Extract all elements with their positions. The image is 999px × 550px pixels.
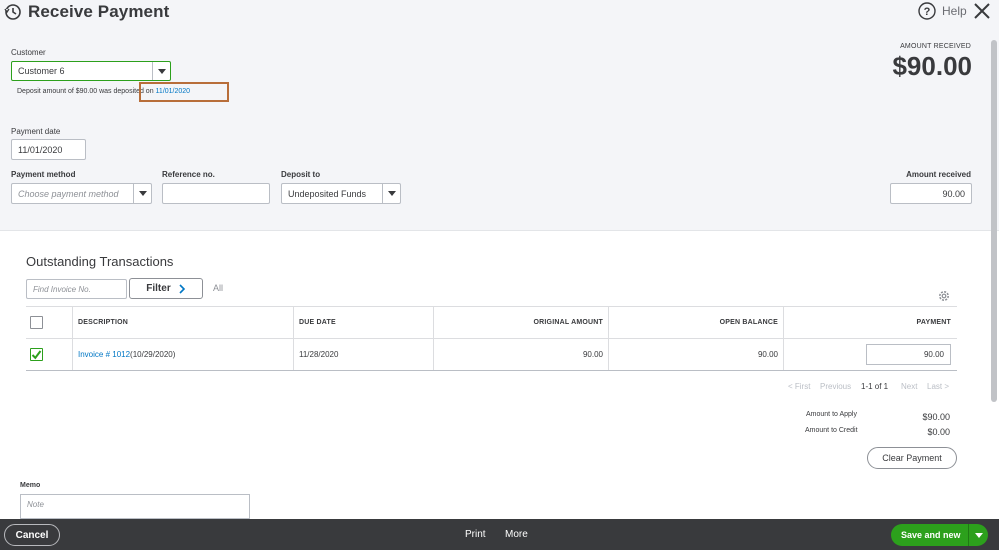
checkmark-icon — [31, 350, 42, 360]
memo-placeholder: Note — [27, 500, 44, 509]
amount-to-credit-value: $0.00 — [927, 427, 950, 437]
amount-received-input[interactable]: 90.00 — [890, 183, 972, 204]
cancel-button[interactable]: Cancel — [4, 524, 60, 546]
save-and-new-button[interactable]: Save and new — [891, 524, 988, 546]
filter-button[interactable]: Filter — [129, 278, 203, 299]
customer-select[interactable]: Customer 6 — [11, 61, 171, 81]
find-invoice-input[interactable]: Find Invoice No. — [26, 279, 127, 299]
form-body-panel — [0, 231, 999, 519]
row-payment-value: 90.00 — [923, 350, 944, 359]
save-and-new-label: Save and new — [901, 530, 961, 540]
filter-label: Filter — [146, 283, 171, 294]
row-checkbox[interactable] — [30, 348, 43, 361]
payment-method-placeholder: Choose payment method — [18, 188, 119, 199]
svg-text:?: ? — [924, 6, 931, 18]
history-icon[interactable] — [4, 3, 22, 21]
amount-to-apply-value: $90.00 — [922, 412, 950, 422]
save-options-dropdown[interactable] — [968, 524, 988, 546]
deposit-note-text: Deposit amount of $90.00 was deposited o… — [17, 88, 156, 95]
amount-received-field-label: Amount received — [906, 170, 971, 179]
invoice-date: (10/29/2020) — [130, 350, 176, 359]
pager-first[interactable]: < First — [788, 382, 810, 391]
all-filter-link[interactable]: All — [213, 283, 223, 293]
page-title: Receive Payment — [28, 2, 170, 21]
amount-to-credit-label: Amount to Credit — [805, 427, 858, 434]
amount-received-input-value: 90.00 — [942, 188, 965, 199]
reference-no-label: Reference no. — [162, 170, 215, 179]
select-all-checkbox[interactable] — [30, 316, 43, 329]
outstanding-transactions-title: Outstanding Transactions — [26, 254, 174, 269]
help-label: Help — [942, 4, 967, 18]
deposit-to-select[interactable]: Undeposited Funds — [281, 183, 401, 204]
amount-received-label: AMOUNT RECEIVED — [900, 43, 971, 50]
pager-last[interactable]: Last > — [927, 382, 949, 391]
title-row: Receive Payment — [4, 2, 169, 22]
help-button[interactable]: ? Help — [918, 2, 967, 20]
payment-method-label: Payment method — [11, 170, 76, 179]
customer-label: Customer — [11, 48, 46, 57]
row-original-amount: 90.00 — [582, 350, 603, 359]
amount-to-apply-label: Amount to Apply — [806, 411, 857, 418]
col-open-balance[interactable]: OPEN BALANCE — [608, 307, 778, 338]
col-due-date[interactable]: DUE DATE — [299, 307, 336, 338]
row-description: Invoice # 1012 (10/29/2020) — [78, 339, 175, 370]
payment-date-value: 11/01/2020 — [18, 144, 63, 155]
payment-method-dropdown-button[interactable] — [133, 184, 151, 203]
find-invoice-placeholder: Find Invoice No. — [33, 284, 91, 294]
chevron-down-icon — [387, 191, 396, 196]
payment-date-input[interactable]: 11/01/2020 — [11, 139, 86, 160]
customer-value: Customer 6 — [18, 66, 65, 76]
row-due-date: 11/28/2020 — [299, 350, 339, 359]
pager-previous[interactable]: Previous — [820, 382, 851, 391]
deposit-to-label: Deposit to — [281, 170, 321, 179]
pager-next[interactable]: Next — [901, 382, 917, 391]
payment-date-label: Payment date — [11, 127, 61, 136]
question-icon: ? — [918, 2, 936, 20]
clear-payment-label: Clear Payment — [882, 453, 942, 463]
customer-dropdown-button[interactable] — [152, 62, 170, 80]
chevron-down-icon — [974, 532, 983, 538]
deposit-to-value: Undeposited Funds — [288, 188, 367, 199]
scrollbar[interactable] — [991, 40, 997, 402]
chevron-right-icon — [179, 283, 185, 294]
row-checkbox-cell — [30, 339, 43, 370]
close-icon[interactable] — [973, 2, 991, 20]
pager-range: 1-1 of 1 — [861, 382, 889, 391]
deposit-to-dropdown-button[interactable] — [382, 184, 400, 203]
gear-icon[interactable] — [937, 289, 951, 303]
row-open-balance: 90.00 — [757, 350, 778, 359]
transactions-table: DESCRIPTION DUE DATE ORIGINAL AMOUNT OPE… — [26, 306, 957, 371]
col-payment[interactable]: PAYMENT — [783, 307, 951, 338]
table-header: DESCRIPTION DUE DATE ORIGINAL AMOUNT OPE… — [26, 306, 957, 339]
row-payment-input[interactable]: 90.00 — [866, 344, 951, 365]
invoice-link[interactable]: Invoice # 1012 — [78, 350, 130, 359]
memo-input[interactable]: Note — [20, 494, 250, 519]
reference-no-input[interactable] — [162, 183, 270, 204]
footer-bar: Cancel Print More Save and new — [0, 519, 999, 550]
clear-payment-button[interactable]: Clear Payment — [867, 447, 957, 469]
highlight-annotation — [139, 82, 229, 102]
table-row: Invoice # 1012 (10/29/2020) 11/28/2020 9… — [26, 339, 957, 371]
cancel-label: Cancel — [15, 529, 49, 541]
col-original-amount[interactable]: ORIGINAL AMOUNT — [433, 307, 603, 338]
payment-method-select[interactable]: Choose payment method — [11, 183, 152, 204]
chevron-down-icon — [157, 68, 166, 74]
print-button[interactable]: Print — [465, 529, 486, 540]
select-all-cell — [30, 307, 43, 338]
more-button[interactable]: More — [505, 529, 528, 540]
chevron-down-icon — [138, 191, 147, 196]
amount-received-total: $90.00 — [892, 51, 972, 81]
col-description[interactable]: DESCRIPTION — [78, 307, 128, 338]
memo-label: Memo — [20, 482, 41, 489]
